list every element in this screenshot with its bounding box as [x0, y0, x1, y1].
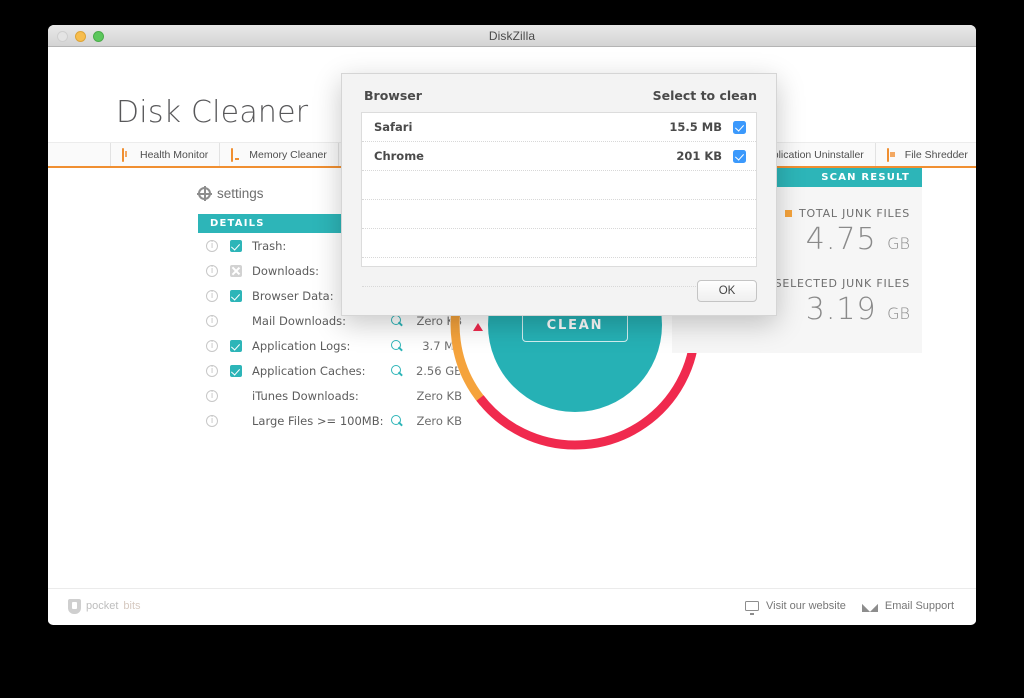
details-checkbox[interactable]	[230, 264, 242, 277]
screen-icon	[745, 601, 760, 615]
link-label: Visit our website	[766, 600, 846, 612]
magnifier-icon[interactable]	[388, 339, 406, 353]
chevron-right-icon[interactable]: ›	[950, 143, 966, 166]
dialog-browser-row[interactable]: Safari 15.5 MB	[362, 113, 756, 142]
settings-label: settings	[217, 186, 264, 201]
browser-selection-dialog: Browser Select to clean Safari 15.5 MB Chr…	[341, 73, 777, 316]
visit-website-link[interactable]: Visit our website	[745, 600, 846, 615]
ok-button[interactable]: OK	[697, 280, 757, 302]
info-icon[interactable]: i	[206, 364, 218, 377]
dialog-column-select: Select to clean	[652, 88, 757, 103]
legend-swatch	[784, 210, 792, 217]
monitor-icon	[122, 147, 134, 162]
details-label: Large Files >= 100MB:	[252, 413, 384, 428]
details-row[interactable]: i iTunes Downloads: Zero KB	[198, 383, 470, 408]
dialog-footer: OK	[697, 280, 757, 302]
details-row[interactable]: i Large Files >= 100MB: Zero KB	[198, 408, 470, 433]
details-checkbox[interactable]	[230, 315, 242, 327]
tab-label: Health Monitor	[140, 148, 209, 161]
dialog-browser-row[interactable]: Chrome 201 KB	[362, 142, 756, 171]
info-icon[interactable]: i	[206, 414, 218, 427]
brand-secondary: bits	[123, 600, 141, 612]
info-icon[interactable]: i	[206, 314, 218, 327]
details-checkbox[interactable]	[230, 390, 242, 402]
dialog-empty-row	[362, 171, 756, 200]
shield-icon	[68, 598, 81, 614]
dialog-empty-row	[362, 229, 756, 258]
link-label: Email Support	[884, 600, 954, 612]
display-icon	[231, 147, 243, 162]
details-checkbox[interactable]	[230, 289, 242, 302]
info-icon[interactable]: i	[206, 264, 218, 277]
details-row[interactable]: i Application Logs: 3.7 MB	[198, 333, 470, 358]
brand-primary: pocket	[86, 600, 119, 612]
magnifier-icon[interactable]	[388, 389, 406, 403]
traffic-lights	[57, 31, 104, 42]
tab-label: Memory Cleaner	[249, 148, 327, 161]
window-title: DiskZilla	[488, 28, 536, 43]
details-label: iTunes Downloads:	[252, 388, 359, 403]
brand-logo: pocket bits	[68, 598, 141, 614]
browser-size: 15.5 MB	[669, 120, 722, 134]
shredder-icon	[886, 147, 899, 162]
scan-entry-text: TOTAL JUNK FILES	[798, 207, 910, 220]
settings-link[interactable]: settings	[196, 185, 264, 201]
dialog-column-browser: Browser	[364, 88, 422, 103]
minimize-window-icon[interactable]	[75, 31, 86, 42]
details-row[interactable]: i Application Caches: 2.56 GB	[198, 358, 470, 383]
browser-name: Chrome	[374, 149, 424, 163]
dialog-empty-row	[362, 200, 756, 229]
dialog-browser-list: Safari 15.5 MB Chrome 201 KB	[361, 112, 757, 287]
window-titlebar: DiskZilla	[48, 25, 976, 47]
footer-links: Visit our website Email Support	[745, 600, 954, 615]
browser-name: Safari	[374, 120, 413, 134]
value-number: 3.19	[805, 292, 877, 327]
info-icon[interactable]: i	[206, 239, 218, 252]
info-icon[interactable]: i	[206, 339, 218, 352]
info-icon[interactable]: i	[206, 389, 218, 402]
details-checkbox[interactable]	[230, 364, 242, 377]
page-title: Disk Cleaner	[116, 95, 309, 130]
details-label: Application Caches:	[252, 363, 366, 378]
magnifier-icon[interactable]	[388, 364, 406, 378]
gear-icon	[196, 185, 212, 201]
details-checkbox[interactable]	[230, 339, 242, 352]
details-checkbox[interactable]	[230, 239, 242, 252]
browser-checkbox[interactable]	[733, 149, 746, 163]
maximize-window-icon[interactable]	[93, 31, 104, 42]
value-number: 4.75	[805, 222, 877, 257]
tab-health-monitor[interactable]: Health Monitor	[110, 143, 221, 166]
info-icon[interactable]: i	[206, 289, 218, 302]
magnifier-icon[interactable]	[388, 414, 406, 428]
footer-bar: pocket bits Visit our website Email Supp…	[48, 588, 976, 623]
dialog-header: Browser Select to clean	[342, 74, 776, 112]
close-window-icon[interactable]	[57, 31, 68, 42]
tab-memory-cleaner[interactable]: Memory Cleaner	[220, 143, 339, 166]
application-window: DiskZilla Disk Cleaner Health Monitor Me…	[48, 25, 976, 625]
scan-entry-text: SELECTED JUNK FILES	[774, 277, 910, 290]
value-unit: GB	[887, 234, 910, 253]
browser-checkbox[interactable]	[733, 120, 746, 134]
email-support-link[interactable]: Email Support	[861, 600, 954, 612]
browser-size: 201 KB	[676, 149, 722, 163]
details-checkbox[interactable]	[230, 415, 242, 427]
details-label: Application Logs:	[252, 338, 351, 353]
selected-marker-triangle-icon	[473, 323, 483, 331]
mail-icon	[861, 600, 878, 612]
value-unit: GB	[887, 304, 910, 323]
